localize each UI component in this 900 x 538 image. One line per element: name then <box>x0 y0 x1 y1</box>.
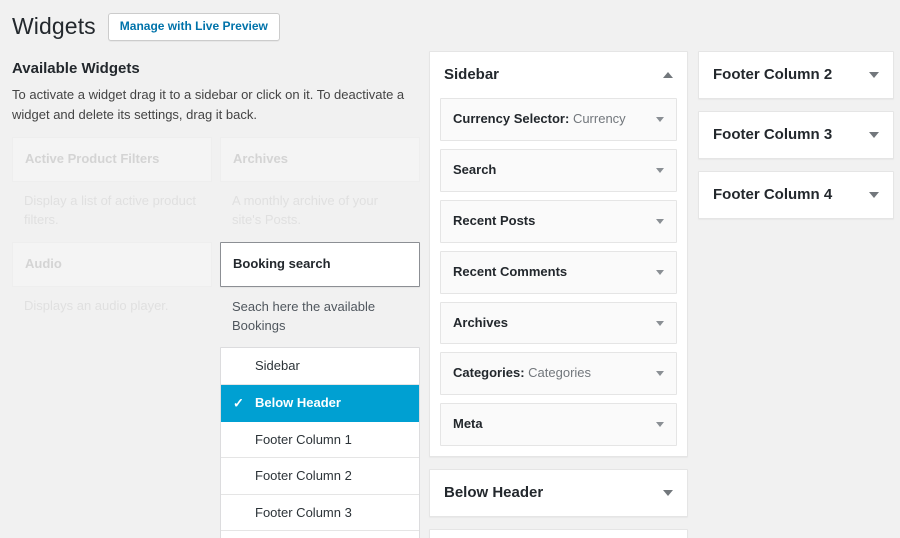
widgets-admin-page: Widgets Manage with Live Preview Availab… <box>0 0 900 538</box>
widget-row-recent-posts[interactable]: Recent Posts <box>440 199 677 243</box>
sidebar-panel-header[interactable]: Footer Column 3 <box>699 112 893 158</box>
sidebar-panel-title: Sidebar <box>444 66 500 83</box>
chevron-up-icon[interactable] <box>663 72 673 78</box>
sidebar-panel-footer-column-4: Footer Column 4 <box>698 171 894 219</box>
chooser-option-footer-column-1[interactable]: Footer Column 1 <box>221 422 419 459</box>
chooser-option-footer-column-2[interactable]: Footer Column 2 <box>221 458 419 495</box>
chevron-down-icon[interactable] <box>656 269 664 275</box>
page-title: Widgets <box>12 13 96 39</box>
chooser-option-label: Below Header <box>255 394 341 410</box>
widget-description-booking-search: Seach here the available Bookings <box>232 298 376 333</box>
sidebar-panel-sidebar: Sidebar Currency Selector: Currency Sear… <box>429 51 688 458</box>
page-header: Widgets Manage with Live Preview <box>12 12 280 42</box>
widget-card-archives[interactable]: Archives <box>220 137 420 183</box>
chevron-down-icon[interactable] <box>869 72 879 78</box>
sidebar-panel-body: Currency Selector: Currency Search Recen… <box>430 98 687 456</box>
sidebar-panel-below-header: Below Header <box>429 469 688 518</box>
widget-row-label: Recent Posts <box>453 212 536 228</box>
sidebar-panel-footer-column-1: Footer Column 1 <box>429 529 688 538</box>
chevron-down-icon[interactable] <box>656 218 664 224</box>
widget-row-search[interactable]: Search <box>440 148 677 192</box>
available-widgets-heading: Available Widgets <box>12 60 140 77</box>
sidebars-column-right: Footer Column 2 Footer Column 3 Footer C… <box>698 51 894 231</box>
widget-card-booking-search[interactable]: Booking search <box>220 241 420 287</box>
widget-row-categories[interactable]: Categories: Categories <box>440 352 677 396</box>
available-widgets-section: Available Widgets To activate a widget d… <box>12 58 420 538</box>
chooser-option-label: Footer Column 3 <box>255 504 352 520</box>
widget-row-label: Archives <box>453 314 508 330</box>
widget-description-active-product-filters: Display a list of active product filters… <box>24 193 196 228</box>
chooser-option-footer-column-3[interactable]: Footer Column 3 <box>221 495 419 532</box>
sidebar-panel-title: Footer Column 3 <box>713 126 833 143</box>
chevron-down-icon[interactable] <box>656 371 664 377</box>
widget-row-label: Recent Comments <box>453 263 568 279</box>
chevron-down-icon[interactable] <box>663 490 673 497</box>
available-widgets-grid: Active Product Filters Display a list of… <box>12 137 420 538</box>
sidebar-panel-header[interactable]: Sidebar <box>430 52 687 98</box>
sidebar-panel-footer-column-2: Footer Column 2 <box>698 51 894 99</box>
widget-row-meta[interactable]: Meta <box>440 403 677 447</box>
chevron-down-icon[interactable] <box>869 192 879 198</box>
check-icon: ✓ <box>233 395 244 411</box>
available-widgets-description: To activate a widget drag it to a sideba… <box>12 87 405 123</box>
widget-row-label: Search <box>453 161 497 177</box>
chooser-option-label: Footer Column 1 <box>255 431 352 447</box>
chevron-down-icon[interactable] <box>869 132 879 138</box>
widget-row-label: Categories: Categories <box>453 365 592 381</box>
sidebar-panel-header[interactable]: Below Header <box>430 470 687 516</box>
chevron-down-icon[interactable] <box>656 167 664 173</box>
sidebar-panel-header[interactable]: Footer Column 4 <box>699 172 893 218</box>
available-widgets-column-left: Active Product Filters Display a list of… <box>12 137 212 538</box>
manage-with-live-preview-button[interactable]: Manage with Live Preview <box>107 13 280 41</box>
chevron-down-icon[interactable] <box>656 422 664 428</box>
sidebar-chooser-list[interactable]: Sidebar ✓ Below Header Footer Column 1 F… <box>220 347 420 538</box>
widget-row-recent-comments[interactable]: Recent Comments <box>440 250 677 294</box>
chevron-down-icon[interactable] <box>656 116 664 122</box>
sidebars-column-middle: Sidebar Currency Selector: Currency Sear… <box>429 51 688 538</box>
sidebar-panel-header[interactable]: Footer Column 1 <box>430 530 687 538</box>
available-widgets-column-right: Archives A monthly archive of your site'… <box>220 137 420 538</box>
chooser-option-sidebar[interactable]: Sidebar <box>221 348 419 385</box>
chevron-down-icon[interactable] <box>656 320 664 326</box>
sidebar-panel-title: Footer Column 2 <box>713 66 833 83</box>
widget-row-archives[interactable]: Archives <box>440 301 677 345</box>
widget-row-label: Meta <box>453 416 483 432</box>
sidebar-panel-footer-column-3: Footer Column 3 <box>698 111 894 159</box>
sidebar-panel-title: Footer Column 4 <box>713 186 833 203</box>
chooser-option-label: Sidebar <box>255 358 300 374</box>
widget-card-active-product-filters[interactable]: Active Product Filters <box>12 137 212 183</box>
widget-description-audio: Displays an audio player. <box>24 297 169 313</box>
widget-description-archives: A monthly archive of your site's Posts. <box>232 193 378 228</box>
widget-row-currency-selector[interactable]: Currency Selector: Currency <box>440 98 677 141</box>
chooser-option-label: Footer Column 2 <box>255 468 352 484</box>
sidebar-panel-title: Below Header <box>444 484 544 502</box>
widget-row-label: Currency Selector: Currency <box>453 111 626 126</box>
chooser-option-below-header[interactable]: ✓ Below Header <box>221 384 419 422</box>
sidebar-panel-header[interactable]: Footer Column 2 <box>699 52 893 98</box>
widget-card-audio[interactable]: Audio <box>12 241 212 287</box>
chooser-option-footer-column-4[interactable]: Footer Column 4 <box>221 531 419 538</box>
